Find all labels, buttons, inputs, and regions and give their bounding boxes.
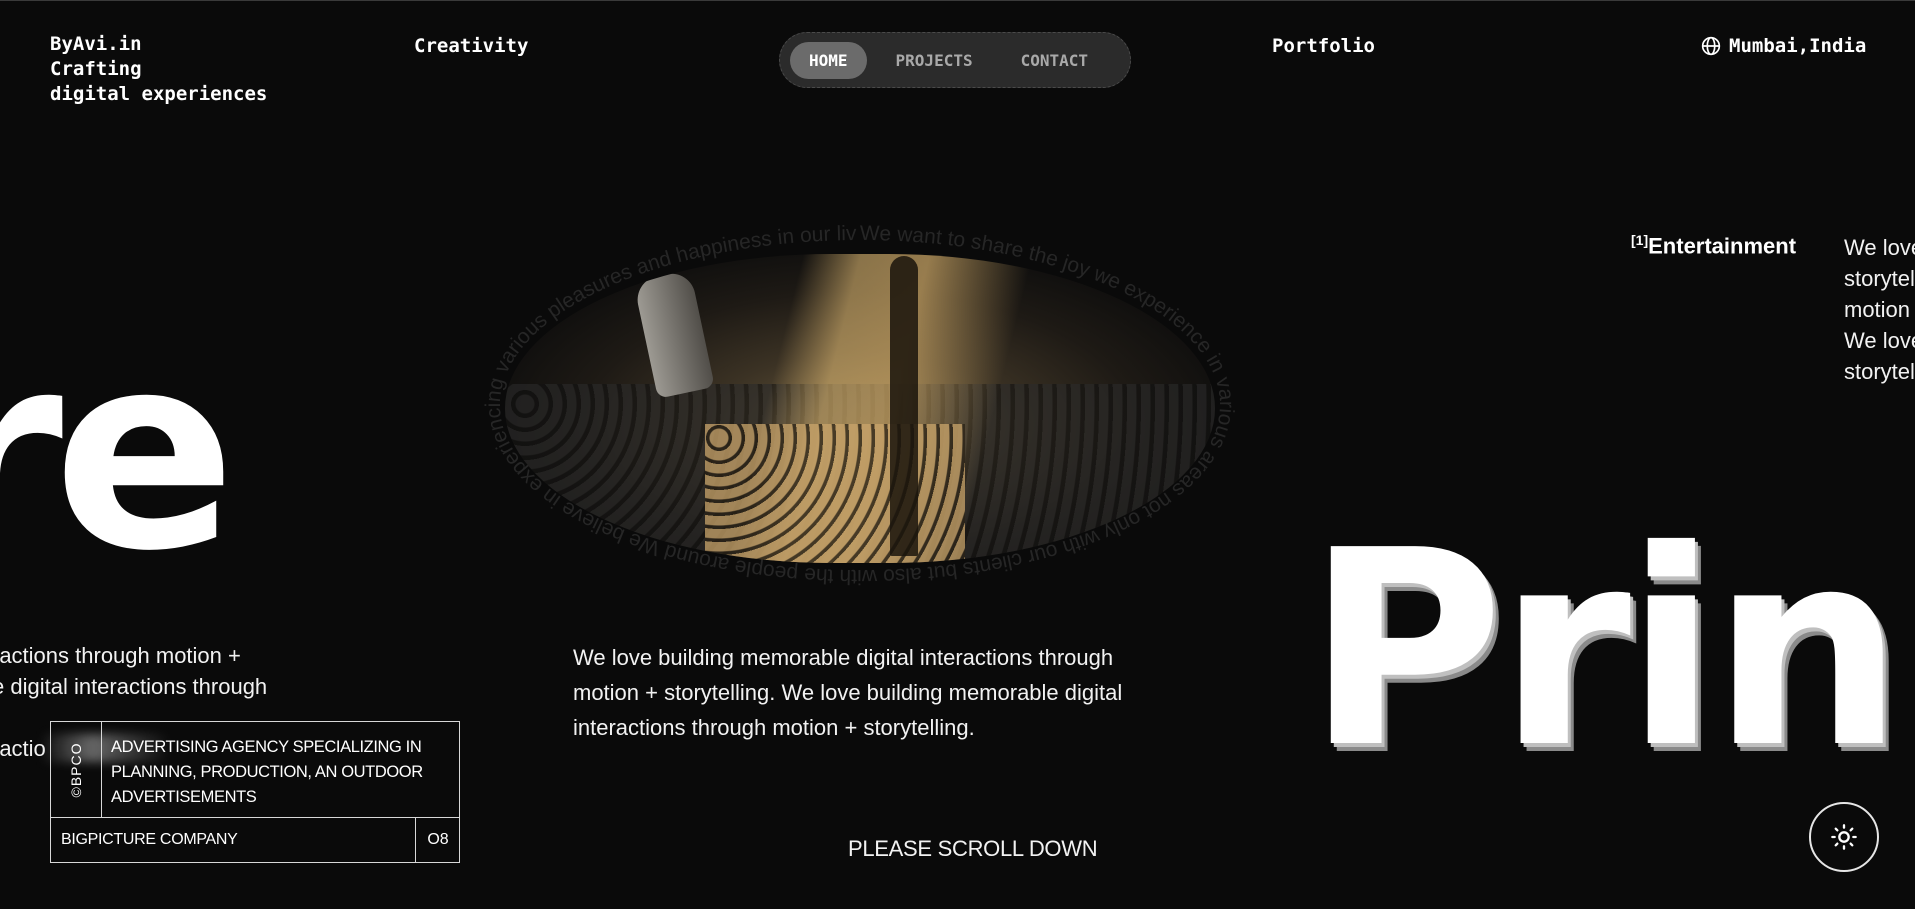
globe-icon: [1701, 36, 1721, 56]
right-para-line: We love: [1844, 235, 1915, 260]
brand-block[interactable]: ByAvi.in Crafting digital experiences: [50, 32, 267, 107]
entertainment-label: Entertainment: [1648, 233, 1797, 259]
brand-name: ByAvi.in: [50, 33, 142, 55]
sun-icon: [1831, 824, 1857, 850]
right-para-line: storytel: [1844, 266, 1915, 291]
right-para-line: motion: [1844, 297, 1911, 322]
hero-big-text-right: Prin: [1306, 492, 1904, 807]
agency-info-card: ©BPCO ADVERTISING AGENCY SPECIALIZING IN…: [50, 721, 460, 863]
info-card-top: ©BPCO ADVERTISING AGENCY SPECIALIZING IN…: [51, 722, 459, 818]
left-para-line: ractions through motion +: [0, 643, 241, 668]
left-para-line: e digital interactions through: [0, 674, 268, 699]
agency-description: ADVERTISING AGENCY SPECIALIZING IN PLANN…: [111, 738, 423, 806]
copyright-label: ©BPCO: [68, 742, 84, 798]
photo-shadow-figure: [890, 256, 918, 556]
hero-paragraph: We love building memorable digital inter…: [573, 645, 1123, 740]
hero-big-text-left: re: [0, 295, 236, 610]
portfolio-link[interactable]: Portfolio: [1272, 35, 1375, 57]
right-para-line: storytel: [1844, 359, 1915, 384]
brand-tagline-1: Crafting: [50, 58, 142, 80]
theme-toggle-button[interactable]: [1809, 802, 1879, 872]
nav-home[interactable]: HOME: [790, 41, 867, 79]
company-name: BIGPICTURE COMPANY: [61, 831, 238, 848]
card-number: O8: [415, 817, 460, 862]
top-border: [0, 0, 1915, 1]
brand-tagline-2: digital experiences: [50, 83, 268, 105]
scroll-hint[interactable]: PLEASE SCROLL DOWN: [848, 836, 1098, 862]
info-card-vertical-cell: ©BPCO: [51, 722, 102, 817]
photo-lit-stones: [705, 424, 965, 563]
location: Mumbai,India: [1701, 35, 1866, 57]
entertainment-heading: [1]Entertainment: [1631, 232, 1796, 259]
hero-photo: [505, 254, 1215, 563]
right-para-line: We love: [1844, 328, 1915, 353]
entertainment-index: [1]: [1631, 232, 1649, 248]
main-nav: HOME PROJECTS CONTACT: [779, 32, 1131, 88]
creativity-link[interactable]: Creativity: [414, 35, 528, 57]
location-label: Mumbai,India: [1729, 35, 1867, 57]
nav-contact[interactable]: CONTACT: [1002, 42, 1107, 79]
right-paragraph: We love storytel motion We love storytel: [1844, 232, 1915, 387]
nav-projects[interactable]: PROJECTS: [877, 42, 992, 79]
photo-bollard: [633, 269, 715, 399]
